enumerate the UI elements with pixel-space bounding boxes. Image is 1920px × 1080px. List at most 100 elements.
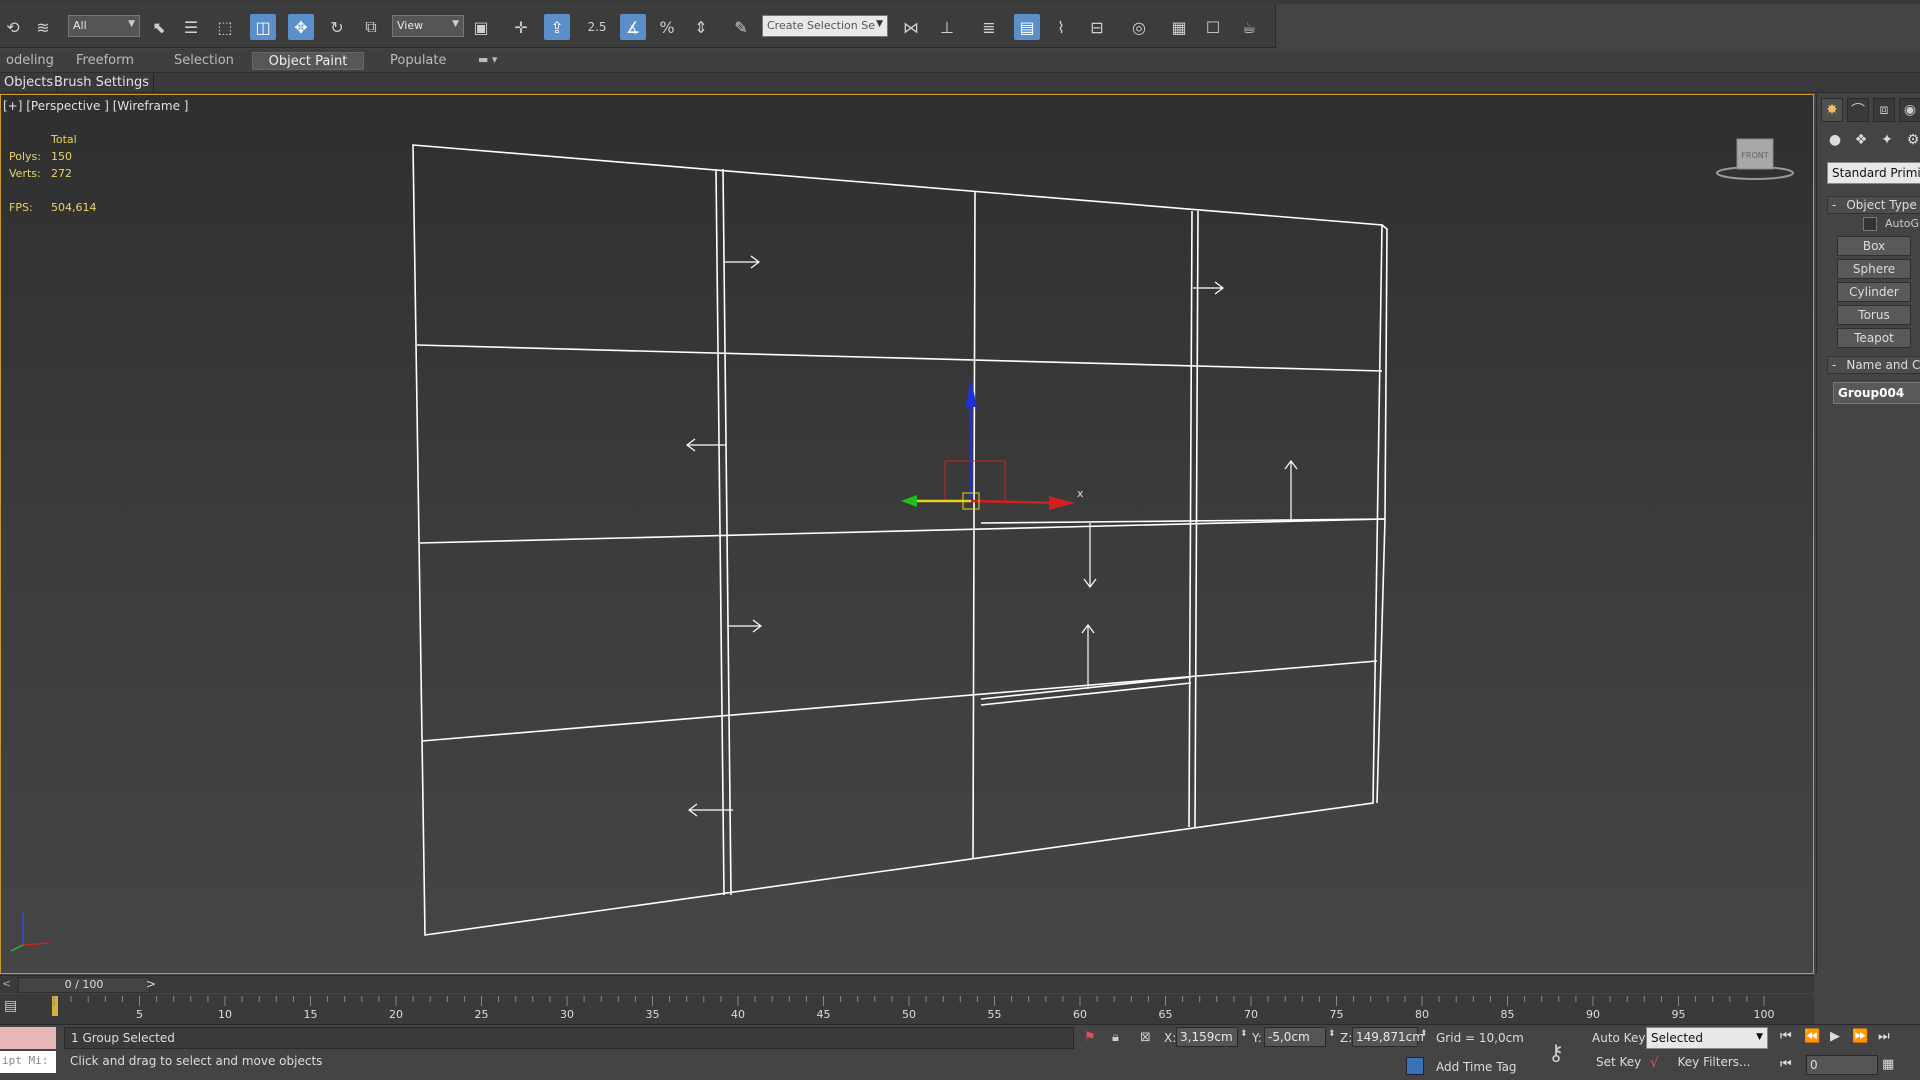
perspective-viewport[interactable]: [+] [Perspective ] [Wireframe ] Total Po… [0,94,1814,974]
tab-modeling[interactable]: odeling [0,52,60,70]
key-filters-button[interactable]: Key Filters... [1660,1055,1768,1075]
x-coord-field[interactable]: 3,159cm [1176,1027,1238,1047]
y-coord-field[interactable]: -5,0cm [1264,1027,1326,1047]
track-tick-label: 15 [303,1008,318,1021]
absolute-mode-icon[interactable]: ⊠ [1140,1030,1151,1045]
object-type-rollout[interactable]: - Object Type [1827,196,1920,214]
auto-key-button[interactable]: Auto Key [1592,1031,1645,1045]
select-and-rotate-icon[interactable]: ↻ [324,14,350,40]
subtab-brush-settings[interactable]: Brush Settings [50,74,154,92]
key-mode-toggle-icon[interactable]: ⏮ [1780,1057,1792,1072]
angle-snap-icon[interactable]: ∡ [620,14,646,40]
move-gizmo[interactable]: x [901,379,1084,510]
teapot-button[interactable]: Teapot [1837,328,1911,348]
schematic-view-icon[interactable]: ⊟ [1084,14,1110,40]
key-tangent-icon[interactable]: √ [1650,1055,1659,1071]
next-frame-icon[interactable]: > [146,977,156,991]
sphere-button[interactable]: Sphere [1837,259,1911,279]
reference-coordinate-dropdown[interactable]: View ▼ [392,15,464,37]
mirror-icon[interactable]: ⋈ [898,14,924,40]
shapes-icon[interactable]: ❖ [1851,130,1871,150]
track-bar[interactable]: ▤ 5 10 15 20 25 30 35 40 45 50 55 60 65 70 75 80 85 90 95 1… [0,994,1814,1024]
spinner-icon[interactable]: ⬍ [1240,1029,1248,1039]
play-icon[interactable]: ▶ [1830,1029,1840,1044]
named-selection-input[interactable]: Create Selection Se ▼ [762,15,888,37]
key-mode-dropdown[interactable]: Selected ▼ [1646,1027,1768,1049]
add-time-tag[interactable]: Add Time Tag [1436,1060,1517,1074]
maxscript-mini-listener[interactable]: ipt Mi: [0,1051,56,1073]
autogrid-checkbox[interactable] [1863,217,1877,231]
pivot-center-icon[interactable]: ▣ [468,14,494,40]
key-icon[interactable]: ⚷ [1548,1041,1564,1066]
geometry-icon[interactable]: ● [1825,130,1845,150]
mini-curve-editor-icon[interactable]: ▤ [4,998,24,1018]
spinner-icon[interactable]: ⬍ [1328,1029,1336,1039]
object-name-field[interactable]: Group004 [1833,382,1920,404]
current-frame-marker[interactable] [52,996,58,1016]
set-key-button[interactable]: Set Key [1596,1055,1641,1069]
rectangle-selection-icon[interactable]: ⬚ [212,14,238,40]
motion-tab-icon[interactable]: ◉ [1899,98,1920,122]
selection-lock-icon[interactable]: 🔒︎ [1112,1030,1119,1045]
undo-icon[interactable]: ⟲ [0,14,26,40]
curve-editor-icon[interactable]: ⌇ [1048,14,1074,40]
tab-object-paint[interactable]: Object Paint [252,52,364,70]
z-coord-field[interactable]: 149,871cm [1352,1027,1424,1047]
primitive-type-dropdown[interactable]: Standard Primitives [1827,162,1920,184]
select-and-scale-icon[interactable]: ⧉ [358,14,384,40]
lights-icon[interactable]: ✦ [1877,130,1897,150]
wireframe-scene[interactable]: x [1,95,1814,974]
tab-freeform[interactable]: Freeform [70,52,140,70]
create-category-buttons: ● ❖ ✦ ⚙ [1825,130,1920,150]
previous-key-icon[interactable]: ⏪ [1804,1029,1820,1044]
go-to-start-icon[interactable]: ⏮ [1780,1029,1792,1044]
previous-frame-icon[interactable]: < [2,977,11,990]
spinner-icon[interactable]: ⬍ [1420,1029,1428,1039]
time-slider-thumb[interactable]: 0 / 100 [18,977,150,993]
gizmo-x-axis[interactable] [970,499,1062,505]
selection-filter-value: All [73,19,87,32]
time-configuration-icon[interactable]: ▦ [1882,1057,1894,1072]
torus-button[interactable]: Torus [1837,305,1911,325]
select-manipulate-icon[interactable]: ✛ [508,14,534,40]
maxscript-listener-output[interactable] [0,1027,56,1049]
rendered-frame-window-icon[interactable]: ☐ [1200,14,1226,40]
track-tick-label: 40 [731,1008,745,1021]
viewcube-icon[interactable]: FRONT [1715,133,1795,181]
layer-explorer-icon[interactable]: ≣ [976,14,1002,40]
wireframe-column-line [715,168,725,896]
time-slider[interactable]: < 0 / 100 > [0,975,1814,993]
snap-toggle-icon[interactable]: 2.5 [584,14,610,40]
cylinder-button[interactable]: Cylinder [1837,282,1911,302]
select-and-move-icon[interactable]: ✥ [288,14,314,40]
go-to-end-icon[interactable]: ⏭ [1878,1029,1890,1044]
current-frame-field[interactable]: 0 [1806,1055,1878,1075]
keyboard-shortcut-override-icon[interactable]: ⇪ [544,14,570,40]
isolate-selection-icon[interactable]: ⚑ [1084,1030,1096,1045]
tab-selection[interactable]: Selection [168,52,240,70]
render-production-icon[interactable]: ☕ [1236,14,1262,40]
edit-named-selection-icon[interactable]: ✎ [728,14,754,40]
selection-filter-dropdown[interactable]: All ▼ [68,15,140,37]
toggle-ribbon-icon[interactable]: ▤ [1014,14,1040,40]
name-color-rollout[interactable]: -Name and Color [1827,356,1920,374]
render-setup-icon[interactable]: ▦ [1166,14,1192,40]
align-icon[interactable]: ⊥ [934,14,960,40]
modify-tab-icon[interactable]: ⌒ [1847,98,1869,122]
hierarchy-tab-icon[interactable]: ⧈ [1873,98,1895,122]
time-tag-icon[interactable] [1406,1057,1424,1075]
select-object-icon[interactable]: ⬉ [146,14,172,40]
percent-snap-icon[interactable]: % [654,14,680,40]
track-tick-label: 100 [1753,1008,1775,1021]
ribbon-options-icon[interactable]: ▬ ▾ [472,52,503,70]
link-icon[interactable]: ≋ [30,14,56,40]
cameras-icon[interactable]: ⚙ [1903,130,1920,150]
material-editor-icon[interactable]: ◎ [1126,14,1152,40]
tab-populate[interactable]: Populate [384,52,453,70]
next-key-icon[interactable]: ⏩ [1852,1029,1868,1044]
window-crossing-icon[interactable]: ◫ [250,14,276,40]
box-button[interactable]: Box [1837,236,1911,256]
spinner-snap-icon[interactable]: ⇕ [688,14,714,40]
select-by-name-icon[interactable]: ☰ [178,14,204,40]
create-tab-icon[interactable]: ✸ [1821,98,1843,122]
